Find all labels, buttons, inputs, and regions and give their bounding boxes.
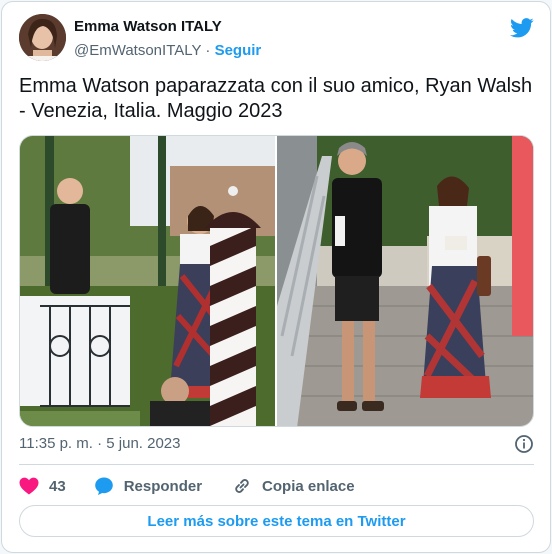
photo-right[interactable] [277, 136, 533, 426]
reply-button[interactable]: Responder [94, 476, 202, 496]
read-more-button[interactable]: Leer más sobre este tema en Twitter [19, 505, 534, 537]
divider [19, 464, 534, 465]
twitter-bird-icon[interactable] [510, 18, 534, 38]
like-count: 43 [49, 477, 66, 495]
author-handle-row: @EmWatsonITALY · Seguir [74, 42, 261, 59]
tweet-timestamp[interactable]: 11:35 p. m. · 5 jun. 2023 [19, 435, 181, 452]
tweet-text: Emma Watson paparazzata con il suo amico… [19, 75, 533, 122]
author-name[interactable]: Emma Watson ITALY [74, 18, 222, 35]
info-icon[interactable] [514, 434, 534, 454]
action-bar: 43 Responder Copia enlace [19, 474, 355, 498]
handle-separator: · [201, 42, 215, 59]
copy-link-button[interactable]: Copia enlace [232, 476, 355, 496]
avatar[interactable] [19, 14, 66, 61]
link-icon [232, 476, 252, 496]
follow-button[interactable]: Seguir [215, 42, 262, 59]
reply-bubble-icon [94, 476, 114, 496]
heart-icon [19, 477, 39, 495]
media-grid[interactable] [19, 135, 534, 427]
reply-label: Responder [123, 477, 203, 495]
author-handle[interactable]: @EmWatsonITALY [74, 42, 201, 59]
like-button[interactable]: 43 [19, 477, 66, 495]
copy-link-label: Copia enlace [262, 477, 355, 495]
tweet-card: Emma Watson ITALY @EmWatsonITALY · Segui… [1, 1, 551, 553]
photo-left[interactable] [20, 136, 275, 426]
